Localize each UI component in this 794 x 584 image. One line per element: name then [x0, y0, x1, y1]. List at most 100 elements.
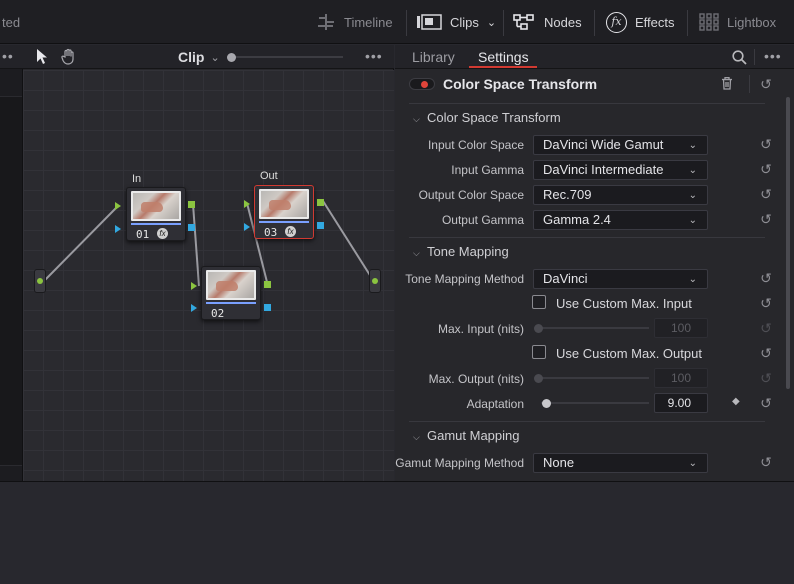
- gamut-mapping-method-dropdown[interactable]: None ⌄: [533, 453, 708, 473]
- pointer-icon[interactable]: [36, 48, 48, 65]
- use-custom-max-input-checkbox[interactable]: [532, 295, 546, 309]
- reset-icon[interactable]: ↺: [759, 396, 773, 410]
- nodes-icon: [513, 14, 534, 30]
- output-color-space-label: Output Color Space: [418, 188, 524, 202]
- search-icon[interactable]: [732, 50, 747, 65]
- node-input-key-pin[interactable]: [244, 223, 250, 231]
- clips-icon: [417, 14, 442, 30]
- more-options-icon[interactable]: •••: [365, 49, 383, 63]
- node-output-rgb-pin[interactable]: [264, 281, 271, 288]
- section-divider: [409, 103, 765, 104]
- section-color-space-transform[interactable]: ⌵ Color Space Transform: [413, 110, 561, 125]
- node-input-rgb-pin[interactable]: [244, 200, 250, 208]
- node-number: 02: [211, 307, 225, 320]
- output-gamma-dropdown[interactable]: Gamma 2.4 ⌄: [533, 210, 708, 230]
- node-progress-bar: [131, 223, 181, 225]
- input-color-space-dropdown[interactable]: DaVinci Wide Gamut ⌄: [533, 135, 708, 155]
- reset-icon[interactable]: ↺: [759, 137, 773, 151]
- mode-dropdown[interactable]: Clip ⌄: [178, 48, 220, 66]
- chevron-down-icon: ⌵: [413, 114, 420, 124]
- reset-icon[interactable]: ↺: [759, 455, 773, 469]
- output-color-space-dropdown[interactable]: Rec.709 ⌄: [533, 185, 708, 205]
- nodes-button[interactable]: Nodes: [512, 0, 582, 44]
- effect-enable-toggle[interactable]: [409, 78, 435, 90]
- node-03[interactable]: 03 fx: [254, 185, 314, 239]
- node-thumbnail: [131, 191, 181, 221]
- input-gamma-label: Input Gamma: [451, 163, 524, 177]
- chevron-down-icon: ⌄: [688, 140, 697, 151]
- node-input-key-pin[interactable]: [191, 304, 197, 312]
- reset-icon[interactable]: ↺: [759, 296, 773, 310]
- reset-effect-icon[interactable]: ↺: [759, 77, 773, 91]
- clips-button[interactable]: Clips ⌄: [416, 0, 496, 44]
- use-custom-max-output-label: Use Custom Max. Output: [556, 346, 702, 361]
- effects-settings-panel: Library Settings ••• Color Space Transfo…: [395, 45, 794, 481]
- node-graph-canvas[interactable]: In Out 01 fx 02 03 fx: [23, 70, 394, 481]
- toolbar-divider: [687, 10, 688, 36]
- reset-icon[interactable]: ↺: [759, 212, 773, 226]
- zoom-slider[interactable]: [227, 52, 343, 62]
- left-panel-strip: ••: [0, 45, 23, 481]
- trash-icon[interactable]: [721, 77, 733, 90]
- slider-knob: [534, 373, 543, 383]
- use-custom-max-output-checkbox[interactable]: [532, 345, 546, 359]
- node-output-key-pin[interactable]: [264, 304, 271, 311]
- dropdown-value: Gamma 2.4: [543, 212, 611, 227]
- adaptation-field[interactable]: 9.00: [654, 393, 708, 413]
- chevron-down-icon: ⌄: [688, 274, 697, 285]
- timeline-button[interactable]: Timeline: [316, 0, 393, 44]
- effect-title: Color Space Transform: [443, 76, 598, 92]
- timeline-icon: [318, 14, 334, 30]
- zoom-slider-knob[interactable]: [227, 52, 236, 62]
- out-label: Out: [260, 170, 278, 182]
- more-options-icon[interactable]: ••: [2, 49, 14, 63]
- node-progress-bar: [206, 302, 256, 304]
- node-editor: Clip ⌄ ••• In Out 01 fx 02 03 fx: [23, 45, 394, 481]
- node-input-rgb-pin[interactable]: [115, 202, 121, 210]
- adaptation-slider[interactable]: [541, 398, 649, 408]
- chevron-down-icon: ⌄: [688, 190, 697, 201]
- effects-label: Effects: [635, 14, 675, 30]
- dropdown-value: None: [543, 455, 575, 470]
- reset-icon[interactable]: ↺: [759, 271, 773, 285]
- section-divider: [409, 421, 765, 422]
- section-tone-mapping[interactable]: ⌵ Tone Mapping: [413, 244, 509, 259]
- truncated-label: ted: [2, 14, 21, 30]
- node-02[interactable]: 02: [201, 266, 261, 320]
- node-input-rgb-pin[interactable]: [191, 282, 197, 290]
- hand-icon[interactable]: [61, 48, 77, 65]
- reset-icon: ↺: [760, 320, 772, 336]
- more-options-icon[interactable]: •••: [764, 49, 782, 63]
- input-gamma-dropdown[interactable]: DaVinci Intermediate ⌄: [533, 160, 708, 180]
- panel-tabs: Library Settings •••: [395, 45, 794, 69]
- input-terminal[interactable]: [34, 269, 46, 293]
- effects-button[interactable]: fx Effects: [606, 0, 675, 44]
- reset-icon[interactable]: ↺: [759, 187, 773, 201]
- lightbox-button[interactable]: Lightbox: [699, 0, 776, 44]
- node-output-rgb-pin[interactable]: [317, 199, 324, 206]
- tone-mapping-method-dropdown[interactable]: DaVinci ⌄: [533, 269, 708, 289]
- max-input-slider: [534, 323, 649, 333]
- clips-label: Clips: [450, 14, 479, 30]
- node-input-key-pin[interactable]: [115, 225, 121, 233]
- node-number: 01: [136, 228, 150, 241]
- max-input-label: Max. Input (nits): [437, 322, 524, 336]
- reset-icon[interactable]: ↺: [759, 162, 773, 176]
- dropdown-value: DaVinci Intermediate: [543, 162, 664, 177]
- left-panel-header: ••: [0, 45, 23, 69]
- output-terminal[interactable]: [369, 269, 381, 293]
- fx-badge-icon: fx: [157, 228, 168, 239]
- toolbar-divider: [749, 75, 750, 93]
- section-gamut-mapping[interactable]: ⌵ Gamut Mapping: [413, 428, 520, 443]
- panel-scrollbar[interactable]: [786, 97, 790, 389]
- slider-knob[interactable]: [542, 398, 551, 408]
- node-output-rgb-pin[interactable]: [188, 201, 195, 208]
- node-output-key-pin[interactable]: [188, 224, 195, 231]
- reset-icon[interactable]: ↺: [759, 346, 773, 360]
- node-output-key-pin[interactable]: [317, 222, 324, 229]
- keyframe-diamond-icon[interactable]: ◆: [732, 396, 740, 407]
- gamut-mapping-method-label: Gamut Mapping Method: [395, 456, 524, 470]
- tab-library[interactable]: Library: [412, 45, 455, 69]
- node-01[interactable]: 01 fx: [126, 187, 186, 241]
- toolbar-divider: [406, 10, 407, 36]
